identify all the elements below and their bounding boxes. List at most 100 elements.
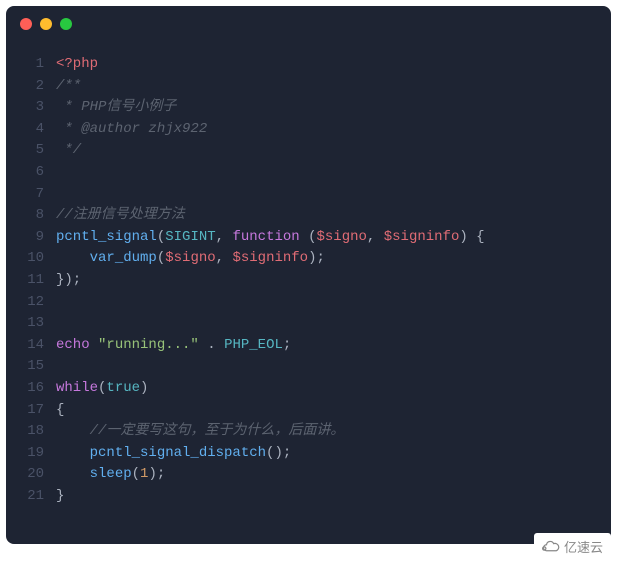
code-line: 14echo "running..." . PHP_EOL; xyxy=(6,335,611,357)
code-token: ); xyxy=(148,466,165,482)
code-line: 20 sleep(1); xyxy=(6,464,611,486)
line-number: 21 xyxy=(6,486,56,508)
code-line: 13 xyxy=(6,313,611,335)
code-token: * @author zhjx922 xyxy=(56,121,207,137)
code-line-content: //注册信号处理方法 xyxy=(56,205,185,227)
code-token: function xyxy=(232,229,299,245)
code-line-content: while(true) xyxy=(56,378,148,400)
minimize-icon[interactable] xyxy=(40,18,52,30)
code-token: true xyxy=(106,380,140,396)
code-line-content: } xyxy=(56,486,64,508)
code-line: 21} xyxy=(6,486,611,508)
code-token: sleep xyxy=(90,466,132,482)
code-line-content: * PHP信号小例子 xyxy=(56,97,176,119)
code-token: while xyxy=(56,380,98,396)
code-token: //注册信号处理方法 xyxy=(56,207,185,223)
line-number: 18 xyxy=(6,421,56,443)
code-line-content: pcntl_signal(SIGINT, function ($signo, $… xyxy=(56,227,485,249)
code-line-content: */ xyxy=(56,140,81,162)
line-number: 3 xyxy=(6,97,56,119)
code-token: $signo xyxy=(317,229,367,245)
code-token: var_dump xyxy=(90,250,157,266)
code-token: /** xyxy=(56,78,81,94)
code-token: , xyxy=(216,229,233,245)
code-token: , xyxy=(216,250,233,266)
code-token: echo xyxy=(56,337,90,353)
code-line-content: <?php xyxy=(56,54,98,76)
code-line-content: //一定要写这句，至于为什么，后面讲。 xyxy=(56,421,344,443)
code-line: 1<?php xyxy=(6,54,611,76)
code-line: 9pcntl_signal(SIGINT, function ($signo, … xyxy=(6,227,611,249)
code-token: ) xyxy=(140,380,148,396)
code-token: PHP_EOL xyxy=(224,337,283,353)
code-token: pcntl_signal xyxy=(56,229,157,245)
code-token xyxy=(56,250,90,266)
close-icon[interactable] xyxy=(20,18,32,30)
code-token: pcntl_signal_dispatch xyxy=(90,445,266,461)
code-token: } xyxy=(56,488,64,504)
code-line: 5 */ xyxy=(6,140,611,162)
line-number: 6 xyxy=(6,162,56,184)
code-token: $signo xyxy=(165,250,215,266)
code-token: . xyxy=(199,337,224,353)
code-line: 18 //一定要写这句，至于为什么，后面讲。 xyxy=(6,421,611,443)
line-number: 20 xyxy=(6,464,56,486)
code-line-content: sleep(1); xyxy=(56,464,165,486)
code-line: 2/** xyxy=(6,76,611,98)
code-token: "running..." xyxy=(98,337,199,353)
line-number: 16 xyxy=(6,378,56,400)
line-number: 13 xyxy=(6,313,56,335)
code-token: { xyxy=(56,402,64,418)
watermark-text: 亿速云 xyxy=(564,537,603,556)
code-line: 16while(true) xyxy=(6,378,611,400)
line-number: 12 xyxy=(6,292,56,314)
window-title-bar xyxy=(6,6,611,42)
code-line-content: { xyxy=(56,400,64,422)
code-token: * PHP信号小例子 xyxy=(56,99,176,115)
line-number: 15 xyxy=(6,356,56,378)
code-line: 19 pcntl_signal_dispatch(); xyxy=(6,443,611,465)
code-line-content: echo "running..." . PHP_EOL; xyxy=(56,335,291,357)
code-token: SIGINT xyxy=(165,229,215,245)
code-token: }); xyxy=(56,272,81,288)
code-token: $signinfo xyxy=(232,250,308,266)
line-number: 9 xyxy=(6,227,56,249)
maximize-icon[interactable] xyxy=(60,18,72,30)
code-token: , xyxy=(367,229,384,245)
code-token xyxy=(56,466,90,482)
code-token: //一定要写这句，至于为什么，后面讲。 xyxy=(90,423,345,439)
code-line: 6 xyxy=(6,162,611,184)
code-line: 8//注册信号处理方法 xyxy=(6,205,611,227)
line-number: 10 xyxy=(6,248,56,270)
line-number: 2 xyxy=(6,76,56,98)
code-token: ; xyxy=(283,337,291,353)
line-number: 5 xyxy=(6,140,56,162)
line-number: 14 xyxy=(6,335,56,357)
code-token: ); xyxy=(308,250,325,266)
line-number: 19 xyxy=(6,443,56,465)
code-line: 11}); xyxy=(6,270,611,292)
code-line: 7 xyxy=(6,184,611,206)
line-number: 17 xyxy=(6,400,56,422)
cloud-icon xyxy=(542,540,560,554)
line-number: 11 xyxy=(6,270,56,292)
code-line: 10 var_dump($signo, $signinfo); xyxy=(6,248,611,270)
line-number: 7 xyxy=(6,184,56,206)
code-line-content: }); xyxy=(56,270,81,292)
code-line-content: /** xyxy=(56,76,81,98)
code-line: 3 * PHP信号小例子 xyxy=(6,97,611,119)
code-token xyxy=(56,423,90,439)
code-token: */ xyxy=(56,142,81,158)
code-token: ) { xyxy=(459,229,484,245)
code-area: 1<?php2/**3 * PHP信号小例子4 * @author zhjx92… xyxy=(6,42,611,544)
code-line: 12 xyxy=(6,292,611,314)
code-line-content: var_dump($signo, $signinfo); xyxy=(56,248,325,270)
code-token xyxy=(90,337,98,353)
code-line: 17{ xyxy=(6,400,611,422)
code-token xyxy=(56,445,90,461)
code-token: <?php xyxy=(56,56,98,72)
line-number: 1 xyxy=(6,54,56,76)
code-token: $signinfo xyxy=(384,229,460,245)
watermark: 亿速云 xyxy=(534,533,611,560)
code-token: ( xyxy=(157,229,165,245)
